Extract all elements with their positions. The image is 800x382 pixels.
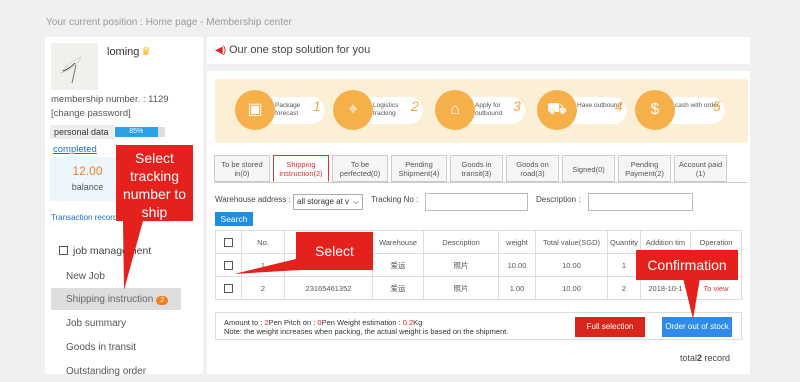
confirm-callout-arrow — [683, 278, 700, 319]
tracking-callout-arrow — [123, 221, 143, 290]
confirmation-callout: Confirmation — [636, 250, 738, 280]
select-callout-arrow — [234, 258, 300, 274]
tracking-callout: Select tracking number to ship — [116, 145, 193, 221]
select-callout: Select — [296, 232, 373, 270]
